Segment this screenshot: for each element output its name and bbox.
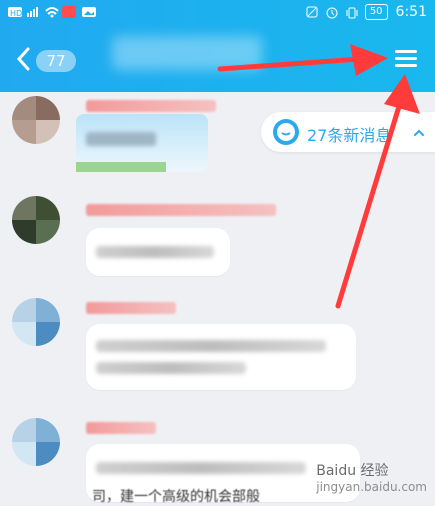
avatar-pixel-icon	[12, 418, 60, 466]
header: HD 50 6:51 77	[0, 0, 435, 92]
wifi-icon	[44, 6, 59, 18]
avatar-pixel-icon	[12, 196, 60, 244]
status-bar: HD 50 6:51	[0, 0, 435, 28]
clock-time: 6:51	[395, 4, 427, 20]
avatar-pixel-icon	[12, 96, 60, 144]
back-button[interactable]	[14, 46, 34, 72]
avatar[interactable]	[12, 96, 60, 144]
sender-name-obscured	[86, 204, 276, 216]
watermark: Baidu 经验 jingyan.baidu.com	[316, 460, 427, 494]
image-icon	[82, 6, 96, 18]
avatar-pixel-icon	[12, 298, 60, 346]
blur-line	[96, 362, 246, 374]
image-blur-1	[86, 132, 156, 146]
chevron-up-icon	[413, 124, 425, 136]
title-bar: 77	[0, 28, 435, 92]
avatar[interactable]	[12, 196, 60, 244]
svg-text:HD: HD	[10, 9, 22, 18]
image-message[interactable]	[76, 114, 208, 172]
sender-name-obscured	[86, 422, 156, 434]
vibrate-icon	[345, 6, 358, 19]
message-bubble[interactable]	[86, 228, 230, 276]
status-right: 50 6:51	[305, 4, 427, 20]
hd-icon: HD	[8, 6, 22, 18]
app-badge-icon	[62, 6, 76, 18]
menu-line-2	[395, 57, 417, 60]
new-messages-pill[interactable]: 27条新消息	[261, 112, 435, 152]
message-content-obscured	[96, 336, 346, 378]
4g-signal-icon	[26, 6, 38, 18]
message-bubble-icon	[273, 119, 299, 145]
message-content-obscured	[96, 456, 350, 490]
image-blur-2	[76, 162, 166, 172]
status-left: HD	[8, 6, 96, 18]
chat-area[interactable]: 27条新消息	[0, 92, 435, 506]
new-messages-label: 27条新消息	[307, 126, 392, 145]
no-sim-icon	[305, 6, 318, 18]
watermark-url: jingyan.baidu.com	[316, 480, 427, 494]
message-content-obscured	[96, 240, 220, 264]
menu-line-3	[395, 64, 417, 67]
sender-name-obscured	[86, 302, 176, 314]
blur-line	[96, 462, 306, 474]
battery-level: 50	[364, 4, 388, 20]
menu-button[interactable]	[395, 48, 417, 70]
alarm-icon	[325, 6, 338, 19]
watermark-brand: Baidu 经验	[316, 463, 389, 479]
avatar[interactable]	[12, 418, 60, 466]
chat-title-obscured	[112, 36, 262, 70]
unread-count-badge: 77	[36, 50, 76, 72]
blur-line	[96, 340, 326, 352]
blur-line	[96, 246, 214, 258]
sender-name-obscured	[86, 100, 216, 112]
chevron-left-icon	[16, 47, 30, 71]
message-bubble[interactable]	[86, 324, 356, 390]
menu-line-1	[395, 50, 417, 53]
avatar[interactable]	[12, 298, 60, 346]
